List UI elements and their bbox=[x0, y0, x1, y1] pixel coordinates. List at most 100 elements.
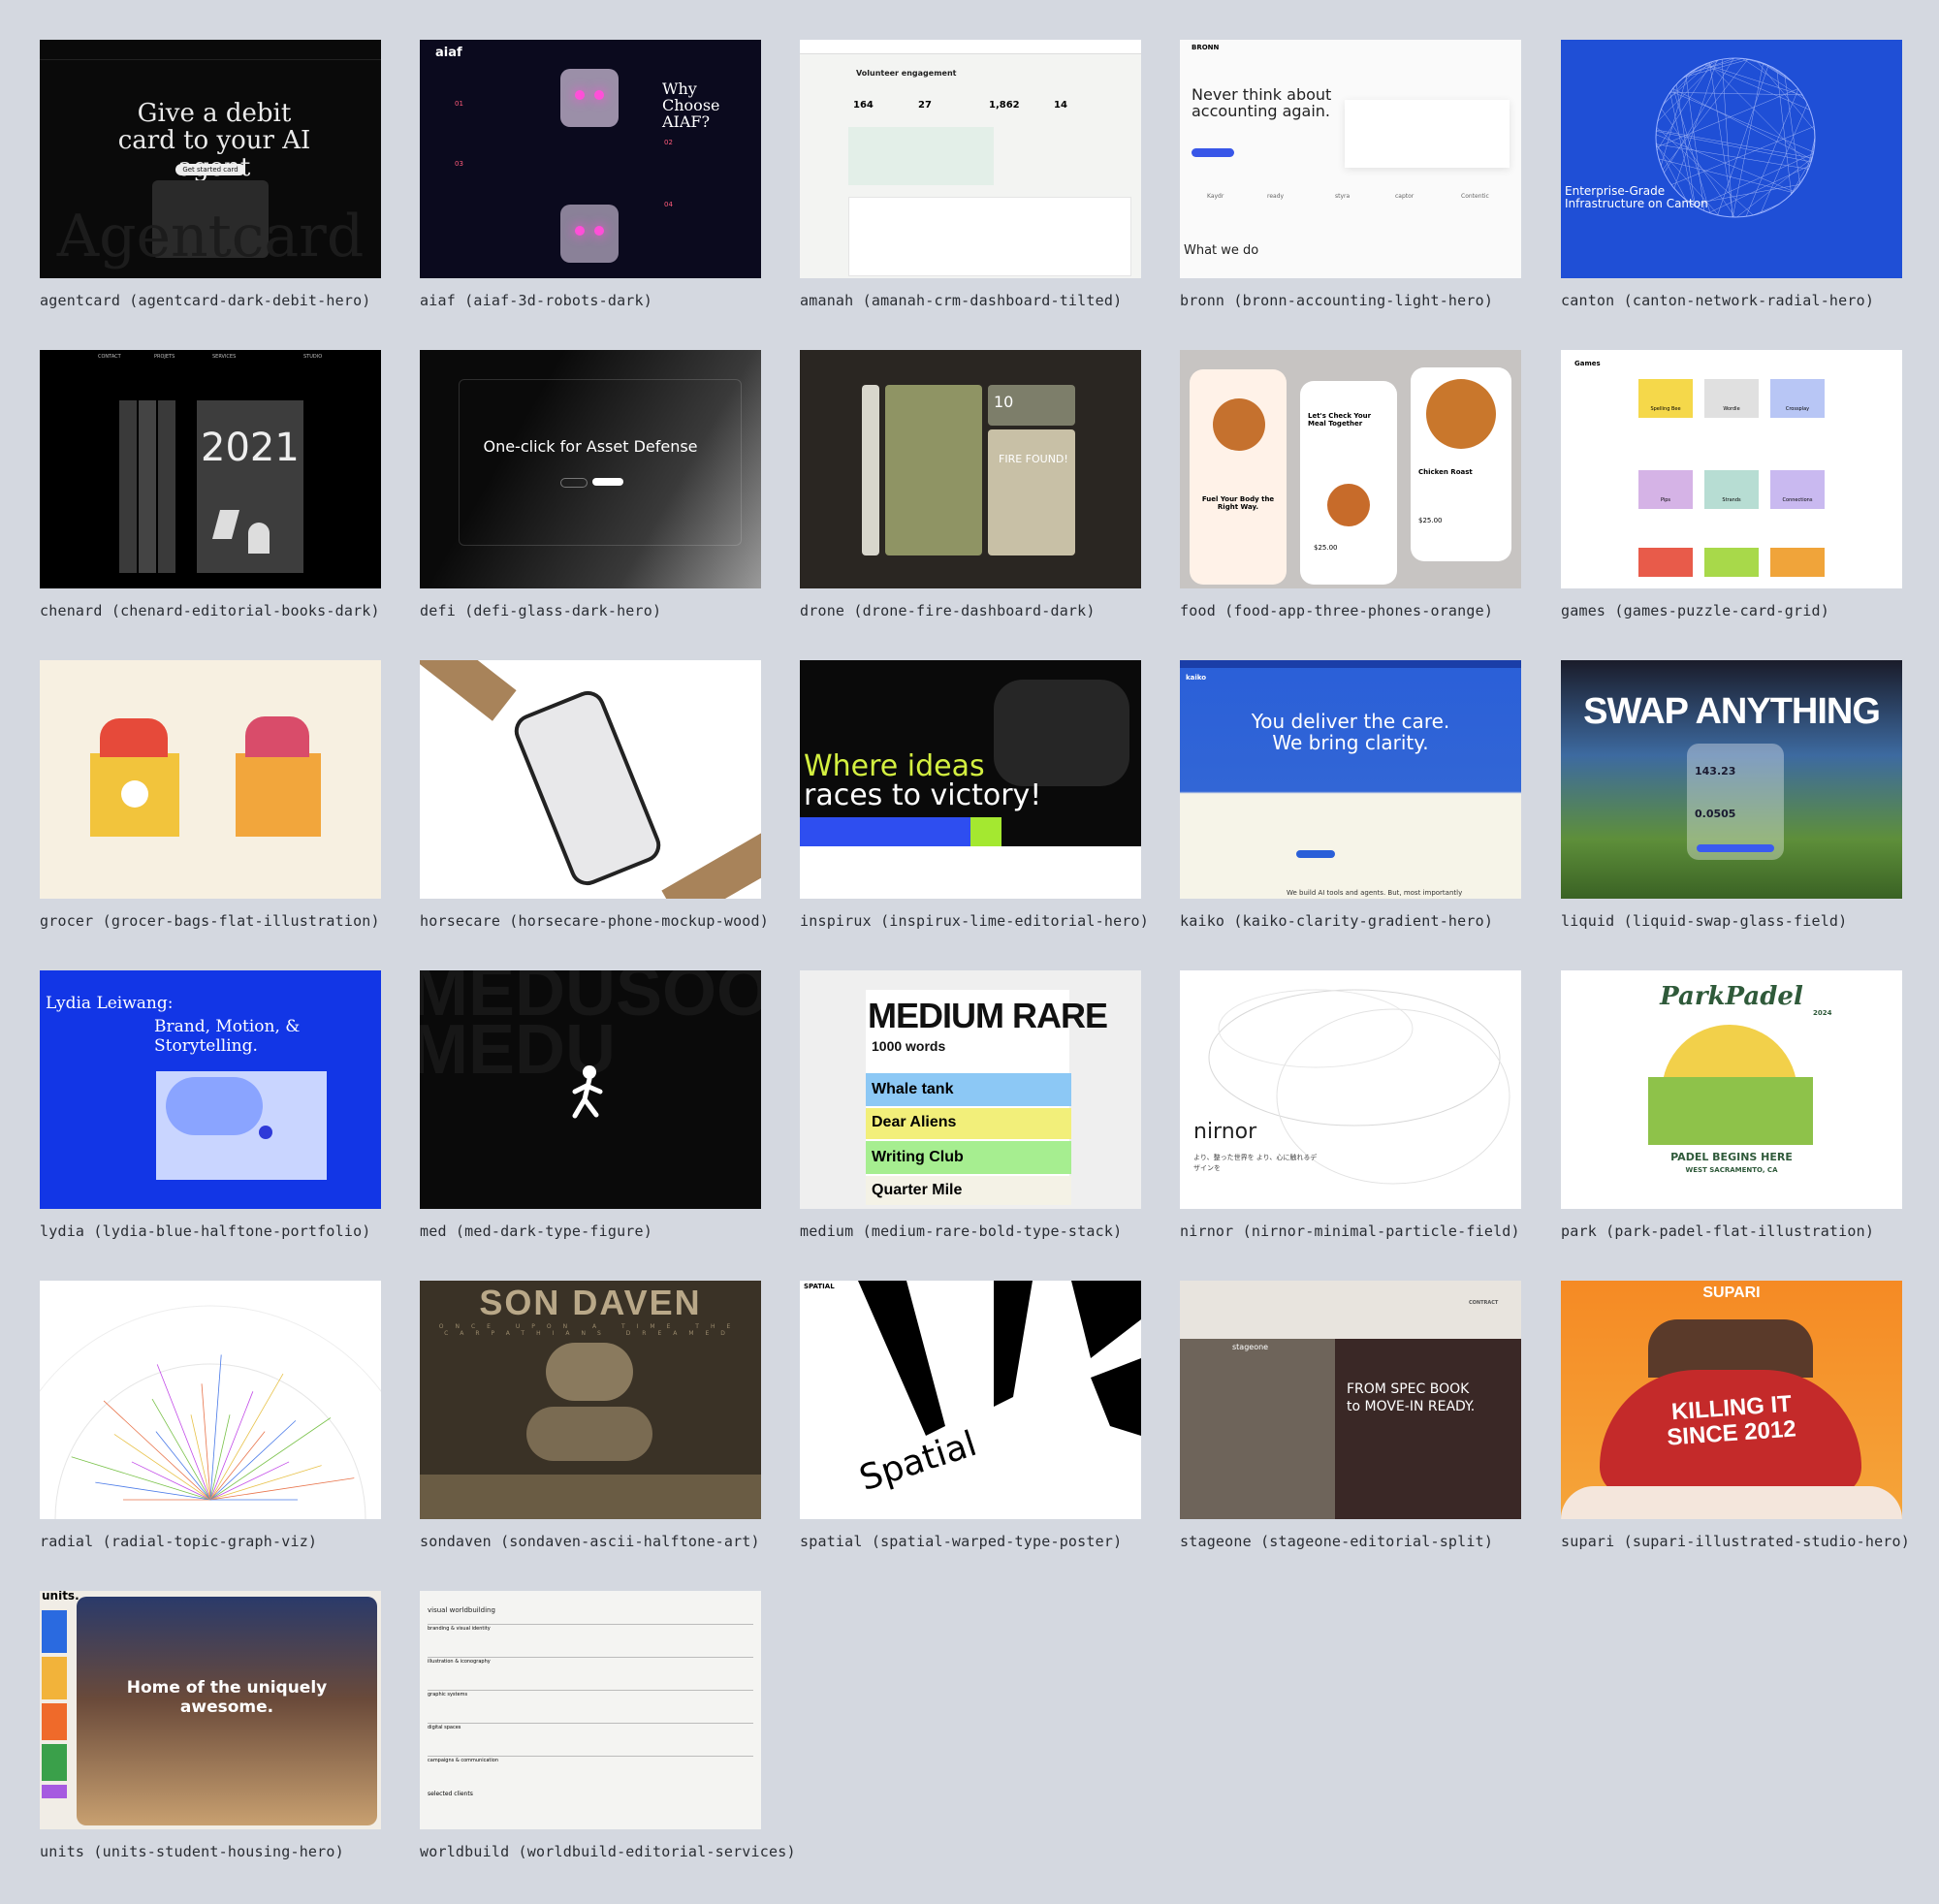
thumb-sondaven[interactable]: SON DAVEN ONCE UPON A TIME THE CARPATHIA… bbox=[420, 1281, 761, 1519]
text-panel bbox=[1335, 1339, 1521, 1519]
tile-nirnor[interactable]: nirnor より、整った世界を より、心に触れるデザインを nirnor (n… bbox=[1180, 970, 1521, 1240]
nav-studio[interactable]: STUDIO bbox=[303, 354, 322, 360]
game-card-wordle[interactable]: Wordle bbox=[1704, 379, 1759, 418]
tile-supari[interactable]: SUPARI KILLING IT SINCE 2012 supari (sup… bbox=[1561, 1281, 1902, 1550]
tile-liquid[interactable]: SWAP ANYTHING 143.23 0.0505 liquid (liqu… bbox=[1561, 660, 1902, 930]
thumb-supari[interactable]: SUPARI KILLING IT SINCE 2012 bbox=[1561, 1281, 1902, 1519]
tile-lydia[interactable]: Lydia Leiwang: Brand, Motion, & Storytel… bbox=[40, 970, 381, 1240]
game-card-pips[interactable]: Pips bbox=[1638, 470, 1693, 509]
nav-block-5[interactable] bbox=[42, 1785, 67, 1798]
row-dear-aliens[interactable]: Dear Aliens bbox=[866, 1108, 1071, 1139]
service-1: branding & visual identity bbox=[428, 1626, 491, 1632]
thumb-drone[interactable]: 10 FIRE FOUND! bbox=[800, 350, 1141, 588]
thumb-medium[interactable]: MEDIUM RARE 1000 words Whale tank Dear A… bbox=[800, 970, 1141, 1209]
tile-park[interactable]: ParkPadel 2024 PADEL BEGINS HERE WEST SA… bbox=[1561, 970, 1902, 1240]
row-whale-tank[interactable]: Whale tank bbox=[866, 1073, 1071, 1106]
nav-block-4[interactable] bbox=[42, 1744, 67, 1781]
tile-worldbuild[interactable]: visual worldbuilding branding & visual i… bbox=[420, 1591, 761, 1860]
nav-services[interactable]: SERVICES bbox=[212, 354, 236, 360]
tile-sondaven[interactable]: SON DAVEN ONCE UPON A TIME THE CARPATHIA… bbox=[420, 1281, 761, 1550]
thumb-radial[interactable] bbox=[40, 1281, 381, 1519]
row-quarter-mile[interactable]: Quarter Mile bbox=[866, 1176, 1071, 1205]
game-card-crossplay[interactable]: Crossplay bbox=[1770, 379, 1825, 418]
thumb-chenard[interactable]: CONTACT PROJETS SERVICES STUDIO 2021 bbox=[40, 350, 381, 588]
location: WEST SACRAMENTO, CA bbox=[1561, 1166, 1902, 1174]
cta-button[interactable] bbox=[1296, 850, 1335, 858]
num-3: 03 bbox=[455, 160, 463, 168]
bag-2-produce bbox=[245, 716, 309, 757]
tile-canton[interactable]: Enterprise-Grade Infrastructure on Canto… bbox=[1561, 40, 1902, 309]
thumb-horsecare[interactable] bbox=[420, 660, 761, 899]
contract-link[interactable]: CONTRACT bbox=[1469, 1300, 1498, 1306]
tile-agentcard[interactable]: Give a debit card to your AI agent Get s… bbox=[40, 40, 381, 309]
tile-food[interactable]: Fuel Your Body the Right Way. Let's Chec… bbox=[1180, 350, 1521, 619]
thumb-defi[interactable]: One-click for Asset Defense bbox=[420, 350, 761, 588]
thumb-amanah[interactable]: Volunteer engagement 164 27 1,862 14 bbox=[800, 40, 1141, 278]
thumb-liquid[interactable]: SWAP ANYTHING 143.23 0.0505 bbox=[1561, 660, 1902, 899]
tile-defi[interactable]: One-click for Asset Defense defi (defi-g… bbox=[420, 350, 761, 619]
tile-games[interactable]: Games Spelling Bee Wordle Crossplay Pips… bbox=[1561, 350, 1902, 619]
game-card-connections[interactable]: Connections bbox=[1770, 470, 1825, 509]
table bbox=[848, 197, 1131, 276]
cta-button[interactable] bbox=[1192, 148, 1234, 157]
thumb-spatial[interactable]: SPATIAL Spatial bbox=[800, 1281, 1141, 1519]
thumb-aiaf[interactable]: aiaf Why Choose AIAF? 01 03 02 04 bbox=[420, 40, 761, 278]
thumb-park[interactable]: ParkPadel 2024 PADEL BEGINS HERE WEST SA… bbox=[1561, 970, 1902, 1209]
nav-block-1[interactable] bbox=[42, 1610, 67, 1653]
game-card-7[interactable] bbox=[1638, 548, 1693, 577]
tile-aiaf[interactable]: aiaf Why Choose AIAF? 01 03 02 04 aiaf (… bbox=[420, 40, 761, 309]
radial-graph bbox=[40, 1281, 381, 1519]
thumb-kaiko[interactable]: kaiko You deliver the care. We bring cla… bbox=[1180, 660, 1521, 899]
thumb-stageone[interactable]: CONTRACT stageone FROM SPEC BOOK to MOVE… bbox=[1180, 1281, 1521, 1519]
thumb-lydia[interactable]: Lydia Leiwang: Brand, Motion, & Storytel… bbox=[40, 970, 381, 1209]
nav-block-2[interactable] bbox=[42, 1657, 67, 1699]
thumb-med[interactable]: MEDUSOOMEDU bbox=[420, 970, 761, 1209]
tile-bronn[interactable]: BRONN Never think about accounting again… bbox=[1180, 40, 1521, 309]
game-card-8[interactable] bbox=[1704, 548, 1759, 577]
tile-chenard[interactable]: CONTACT PROJETS SERVICES STUDIO 2021 che… bbox=[40, 350, 381, 619]
thumb-food[interactable]: Fuel Your Body the Right Way. Let's Chec… bbox=[1180, 350, 1521, 588]
tile-horsecare[interactable]: horsecare (horsecare-phone-mockup-wood) bbox=[420, 660, 761, 930]
thumb-worldbuild[interactable]: visual worldbuilding branding & visual i… bbox=[420, 1591, 761, 1829]
tile-amanah[interactable]: Volunteer engagement 164 27 1,862 14 ama… bbox=[800, 40, 1141, 309]
tile-grocer[interactable]: grocer (grocer-bags-flat-illustration) bbox=[40, 660, 381, 930]
nav-block-3[interactable] bbox=[42, 1703, 67, 1740]
thumb-games[interactable]: Games Spelling Bee Wordle Crossplay Pips… bbox=[1561, 350, 1902, 588]
tile-stageone[interactable]: CONTRACT stageone FROM SPEC BOOK to MOVE… bbox=[1180, 1281, 1521, 1550]
service-2: illustration & iconography bbox=[428, 1659, 491, 1665]
headline-2: to MOVE-IN READY. bbox=[1347, 1399, 1475, 1414]
thumb-nirnor[interactable]: nirnor より、整った世界を より、心に触れるデザインを bbox=[1180, 970, 1521, 1209]
wood-frame-2 bbox=[661, 823, 761, 899]
caption: spatial (spatial-warped-type-poster) bbox=[800, 1533, 1141, 1550]
characters-graphic bbox=[1648, 1319, 1813, 1378]
stat-4: 14 bbox=[1054, 100, 1067, 111]
thumb-canton[interactable]: Enterprise-Grade Infrastructure on Canto… bbox=[1561, 40, 1902, 278]
thumb-bronn[interactable]: BRONN Never think about accounting again… bbox=[1180, 40, 1521, 278]
game-card-9[interactable] bbox=[1770, 548, 1825, 577]
cta-button[interactable]: Get started card bbox=[175, 164, 245, 175]
tile-kaiko[interactable]: kaiko You deliver the care. We bring cla… bbox=[1180, 660, 1521, 930]
game-card-spelling-bee[interactable]: Spelling Bee bbox=[1638, 379, 1693, 418]
tile-units[interactable]: units. Home of the uniquely awesome. uni… bbox=[40, 1591, 381, 1860]
play-icon[interactable] bbox=[259, 1126, 272, 1139]
thumb-inspirux[interactable]: Where ideas races to victory! bbox=[800, 660, 1141, 899]
tile-medium[interactable]: MEDIUM RARE 1000 words Whale tank Dear A… bbox=[800, 970, 1141, 1240]
row-writing-club[interactable]: Writing Club bbox=[866, 1141, 1071, 1174]
game-card-strands[interactable]: Strands bbox=[1704, 470, 1759, 509]
nav-contact[interactable]: CONTACT bbox=[98, 354, 121, 360]
brand: aiaf bbox=[435, 46, 462, 60]
year: 2024 bbox=[1813, 1009, 1831, 1017]
button-2[interactable] bbox=[592, 478, 623, 486]
thumb-grocer[interactable] bbox=[40, 660, 381, 899]
tile-spatial[interactable]: SPATIAL Spatial spatial (spatial-warped-… bbox=[800, 1281, 1141, 1550]
nav-projets[interactable]: PROJETS bbox=[154, 354, 175, 360]
tile-radial[interactable]: radial (radial-topic-graph-viz) bbox=[40, 1281, 381, 1550]
tile-drone[interactable]: 10 FIRE FOUND! drone (drone-fire-dashboa… bbox=[800, 350, 1141, 619]
tile-inspirux[interactable]: Where ideas races to victory! inspirux (… bbox=[800, 660, 1141, 930]
swap-button[interactable] bbox=[1697, 844, 1774, 852]
thumb-units[interactable]: units. Home of the uniquely awesome. bbox=[40, 1591, 381, 1829]
thumb-agentcard[interactable]: Give a debit card to your AI agent Get s… bbox=[40, 40, 381, 278]
network-line bbox=[1656, 131, 1811, 162]
button-1[interactable] bbox=[560, 478, 588, 488]
tile-med[interactable]: MEDUSOOMEDU med (med-dark-type-figure) bbox=[420, 970, 761, 1240]
